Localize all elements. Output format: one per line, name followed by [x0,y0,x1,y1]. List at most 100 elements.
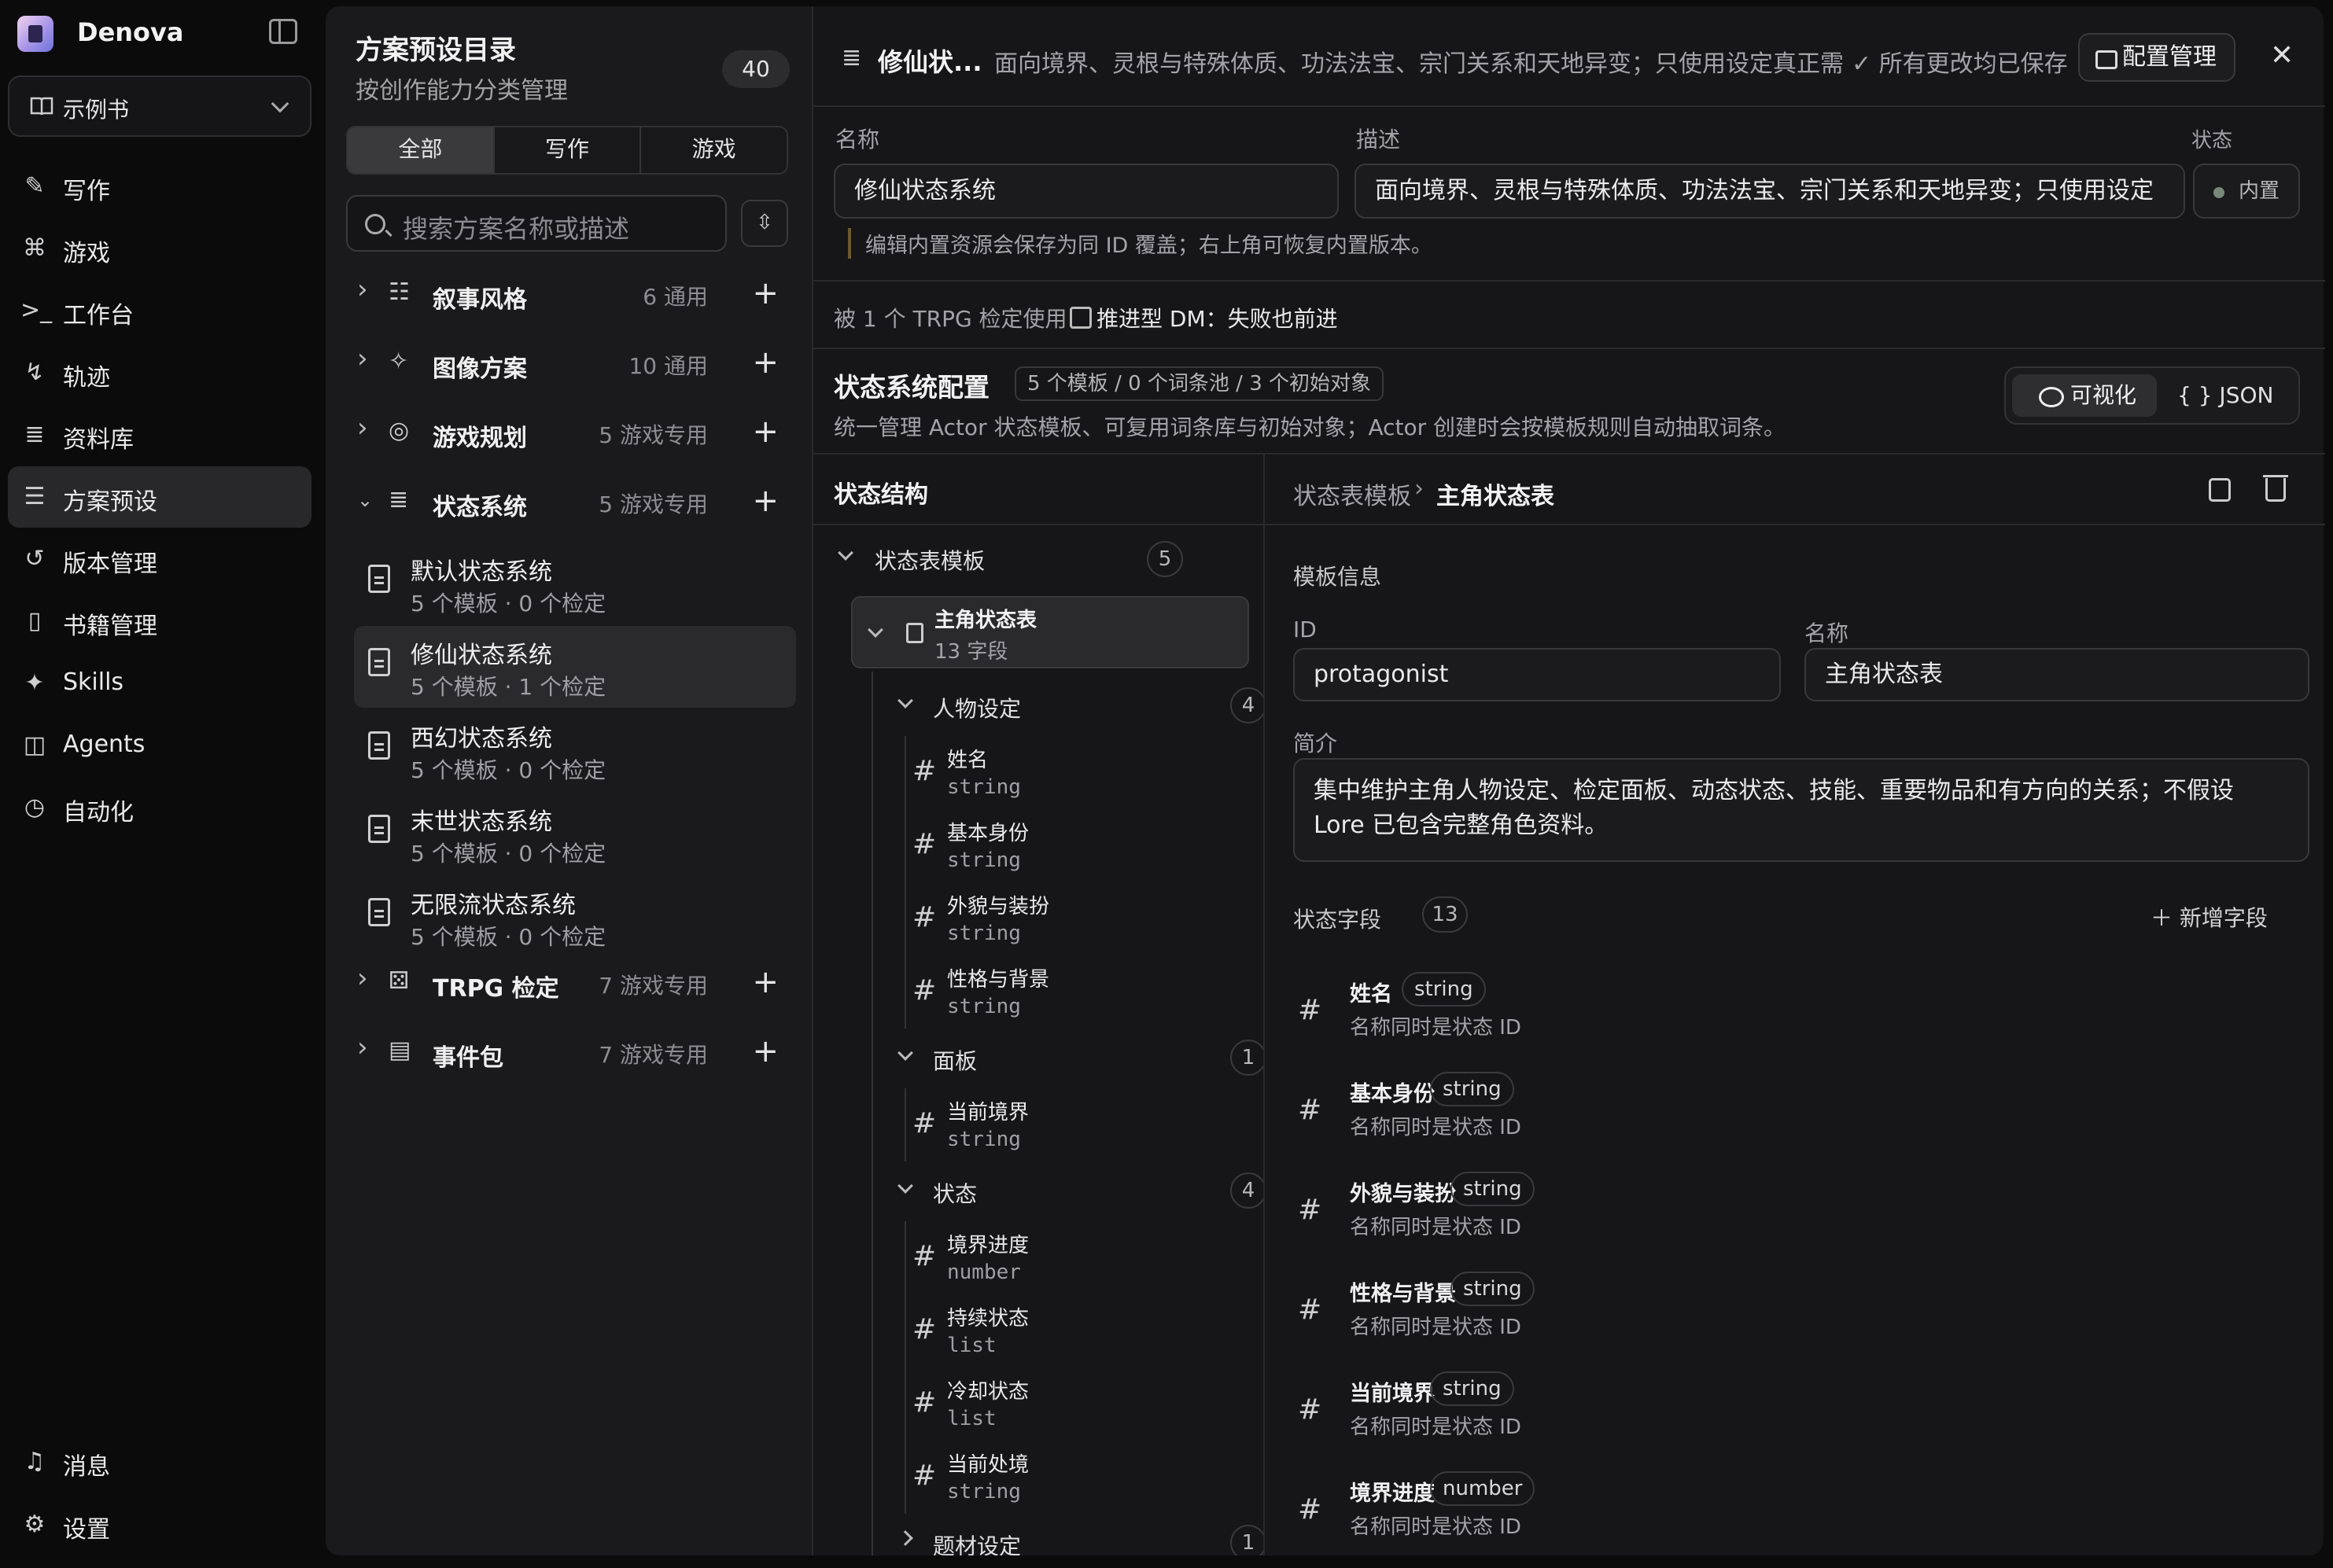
close-icon[interactable]: ✕ [2270,39,2294,72]
tree-field-leaf[interactable]: # 当前处境 string [903,1441,1233,1513]
document-icon [368,731,390,760]
nav-item-7[interactable]: ▯ 书籍管理 [8,591,311,652]
state-field-row[interactable]: # 基本身份 string 名称同时是状态 ID [1293,1070,2308,1163]
category-row[interactable]: ⌄ ≣ 状态系统 5 游戏专用 + [346,473,794,528]
category-row[interactable]: › ✧ 图像方案 10 通用 + [346,335,794,390]
copy-icon[interactable] [2209,478,2231,502]
category-icon: ✧ [389,348,409,375]
status-badge: 内置 [2193,164,2300,219]
bot-icon: ◫ [23,731,46,759]
view-visual-button[interactable]: 可视化 [2012,374,2157,417]
tree-group-row[interactable]: 面板 1 [884,1035,1263,1082]
add-preset-button[interactable]: + [752,275,779,311]
state-field-row[interactable]: # 外貌与装扮 string 名称同时是状态 ID [1293,1170,2308,1263]
state-field-row[interactable]: # 性格与背景 string 名称同时是状态 ID [1293,1270,2308,1363]
preset-item[interactable]: 西幻状态系统 5 个模板 · 0 个检定 [354,709,796,791]
nav-item-8[interactable]: ✦ Skills [8,653,311,714]
structure-tree: 状态结构 状态表模板 5 主角状态表 13 字段 人物设定 4 # 姓名 string # 基本身份… [813,455,1265,1555]
nav-item-10[interactable]: ◷ 自动化 [8,777,311,838]
chevron-right-icon[interactable]: › [357,1032,368,1063]
chevron-right-icon[interactable]: › [357,412,368,444]
sidebar-toggle-icon[interactable] [269,19,297,44]
template-info-heading: 模板信息 [1293,564,1382,590]
trash-icon[interactable] [2263,475,2288,502]
name-field[interactable]: 修仙状态系统 [834,164,1339,219]
template-name-field[interactable]: 主角状态表 [1804,648,2309,701]
state-field-row[interactable]: # 姓名 string 名称同时是状态 ID [1293,970,2308,1063]
category-row[interactable]: › ☷ 叙事风格 6 通用 + [346,266,794,321]
field-name: 当前境界 [1350,1382,1435,1406]
book-select[interactable]: 示例书 [8,75,311,137]
category-row[interactable]: › ⚄ TRPG 检定 7 游戏专用 + [346,955,794,1010]
nav-item-6[interactable]: ↺ 版本管理 [8,528,311,590]
preset-item[interactable]: 修仙状态系统 5 个模板 · 1 个检定 [354,626,796,708]
nav-item-3[interactable]: ↯ 轨迹 [8,342,311,403]
add-preset-button[interactable]: + [752,1033,779,1069]
desc-field[interactable]: 面向境界、灵根与特殊体质、功法法宝、宗门关系和天地异变；只使用设定 [1354,164,2185,219]
preset-item[interactable]: 无限流状态系统 5 个模板 · 0 个检定 [354,876,796,958]
tab-all[interactable]: 全部 [348,127,495,173]
template-node-selected[interactable]: 主角状态表 13 字段 [851,596,1249,668]
breadcrumb-current: 主角状态表 [1436,483,1554,510]
tree-root-row[interactable]: 状态表模板 5 [813,533,1263,585]
table-icon [906,623,923,643]
category-icon: ◎ [389,417,410,444]
tree-field-leaf[interactable]: # 冷却状态 list [903,1367,1233,1440]
category-row[interactable]: › ▤ 事件包 7 游戏专用 + [346,1024,794,1079]
add-preset-button[interactable]: + [752,964,779,1000]
preset-item[interactable]: 默认状态系统 5 个模板 · 0 个检定 [354,543,796,624]
tree-field-leaf[interactable]: # 持续状态 list [903,1294,1233,1367]
catalog-search-input[interactable]: 搜索方案名称或描述 [346,195,727,252]
nav-item-0[interactable]: ✎ 写作 [8,156,311,217]
add-field-button[interactable]: ＋ 新增字段 [2151,901,2268,933]
id-field[interactable]: protagonist [1293,648,1781,701]
field-name: 姓名 [1350,982,1392,1007]
chevron-right-icon[interactable]: › [357,274,368,305]
intro-field[interactable]: 集中维护主角人物设定、检定面板、动态状态、技能、重要物品和有方向的关系；不假设 … [1293,758,2309,862]
nav-item-4[interactable]: ≣ 资料库 [8,404,311,466]
view-json-button[interactable]: { } JSON [2177,374,2273,417]
tab-game[interactable]: 游戏 [641,127,787,173]
config-manage-button[interactable]: 配置管理 [2078,33,2235,82]
tree-field-leaf[interactable]: # 性格与背景 string [903,955,1233,1028]
category-name: 事件包 [433,1044,503,1072]
category-meta: 10 通用 [628,353,708,379]
tree-field-name: 外貌与装扮 [947,895,1050,918]
catalog-filter-tabs: 全部 写作 游戏 [346,126,788,175]
add-preset-button[interactable]: + [752,414,779,450]
chevron-right-icon[interactable]: › [357,963,368,994]
chevron-down-icon[interactable]: ⌄ [357,489,373,511]
add-preset-button[interactable]: + [752,483,779,519]
tree-group-row[interactable]: 状态 4 [884,1168,1263,1215]
tree-field-leaf[interactable]: # 当前境界 string [903,1088,1233,1161]
tree-group-row[interactable]: 人物设定 4 [884,683,1263,730]
field-description: 名称同时是状态 ID [1350,1515,1521,1539]
nav-item-2[interactable]: >_ 工作台 [8,280,311,341]
tree-group-label: 题材设定 [933,1533,1022,1555]
tree-group-row[interactable]: 题材设定 1 [884,1520,1263,1555]
nav-item-1[interactable]: ⌘ 游戏 [8,218,311,279]
nav-item-9[interactable]: ◫ Agents [8,715,311,776]
tab-writing[interactable]: 写作 [495,127,642,173]
tree-field-leaf[interactable]: # 境界进度 number [903,1221,1233,1294]
nav-bottom-item-0[interactable]: ♫ 消息 [8,1431,311,1493]
nav-bottom-item-1[interactable]: ⚙ 设置 [8,1494,311,1555]
nav-item-5[interactable]: ☰ 方案预设 [8,466,311,528]
chevron-right-icon[interactable]: › [357,343,368,374]
add-preset-button[interactable]: + [752,344,779,381]
category-icon: ≣ [389,486,409,513]
collapse-all-button[interactable]: ⇳ [741,200,788,247]
tree-field-leaf[interactable]: # 姓名 string [903,736,1233,808]
preset-item[interactable]: 末世状态系统 5 个模板 · 0 个检定 [354,793,796,874]
hash-icon: # [912,901,937,933]
state-field-row[interactable]: # 境界进度 number 名称同时是状态 ID [1293,1470,2308,1562]
category-row[interactable]: › ◎ 游戏规划 5 游戏专用 + [346,404,794,459]
state-field-row[interactable]: # 当前境界 string 名称同时是状态 ID [1293,1370,2308,1463]
breadcrumb-parent[interactable]: 状态表模板 [1293,477,1411,511]
catalog-count-badge: 40 [722,50,790,88]
tree-field-type: string [947,1480,1021,1504]
tree-group-count: 1 [1230,1525,1263,1555]
tree-field-type: list [947,1334,997,1357]
tree-field-leaf[interactable]: # 外貌与装扮 string [903,882,1233,955]
tree-field-leaf[interactable]: # 基本身份 string [903,809,1233,882]
